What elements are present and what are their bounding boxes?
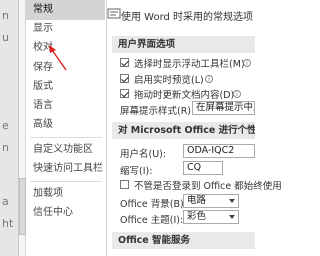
- settings-page-icon: [107, 8, 121, 19]
- info-icon: i: [205, 75, 213, 83]
- office-theme-dropdown[interactable]: 彩色: [183, 210, 239, 224]
- always-use-values-label: 不管是否登录到 Office 都始终使用: [134, 181, 282, 192]
- username-value: ODA-IQC2: [187, 145, 235, 156]
- info-icon: i: [233, 90, 241, 98]
- screentip-style-dropdown[interactable]: 在屏幕提示中显示: [192, 101, 255, 115]
- page-title: 使用 Word 时采用的常规选项: [121, 12, 254, 23]
- screentip-style-value: 在屏幕提示中显示: [196, 102, 254, 113]
- live-preview-checkbox[interactable]: [120, 74, 129, 83]
- chevron-down-icon: [229, 199, 235, 203]
- general-options-pane: 使用 Word 时采用的常规选项 用户界面选项 选择时显示浮动工具栏(M) i …: [107, 0, 282, 256]
- office-background-value: 电路: [187, 195, 207, 206]
- office-theme-label: Office 主题(I):: [120, 215, 184, 226]
- section-header-ui-options: 用户界面选项: [112, 36, 255, 53]
- chevron-down-icon: [229, 215, 235, 219]
- office-background-label: Office 背景(B):: [120, 199, 187, 210]
- office-background-dropdown[interactable]: 电路: [183, 194, 239, 208]
- initials-label: 缩写(I):: [120, 166, 153, 177]
- initials-value: CQ: [187, 162, 202, 173]
- always-use-values-checkbox[interactable]: [120, 180, 129, 189]
- info-icon: i: [243, 59, 251, 67]
- update-on-drag-label: 拖动时更新文档内容(D): [134, 90, 235, 101]
- screentip-style-label: 屏幕提示样式(R):: [120, 106, 195, 117]
- floating-toolbar-checkbox[interactable]: [120, 58, 129, 67]
- section-header-personalize: 对 Microsoft Office 进行个性化设置: [112, 122, 255, 139]
- office-theme-value: 彩色: [187, 211, 207, 222]
- live-preview-label: 启用实时预览(L): [134, 75, 204, 86]
- username-field[interactable]: ODA-IQC2: [183, 144, 255, 158]
- floating-toolbar-label: 选择时显示浮动工具栏(M): [134, 59, 245, 70]
- section-header-intelligent-services: Office 智能服务: [112, 232, 255, 249]
- username-label: 用户名(U):: [120, 149, 167, 160]
- update-on-drag-checkbox[interactable]: [120, 89, 129, 98]
- initials-field[interactable]: CQ: [183, 161, 223, 175]
